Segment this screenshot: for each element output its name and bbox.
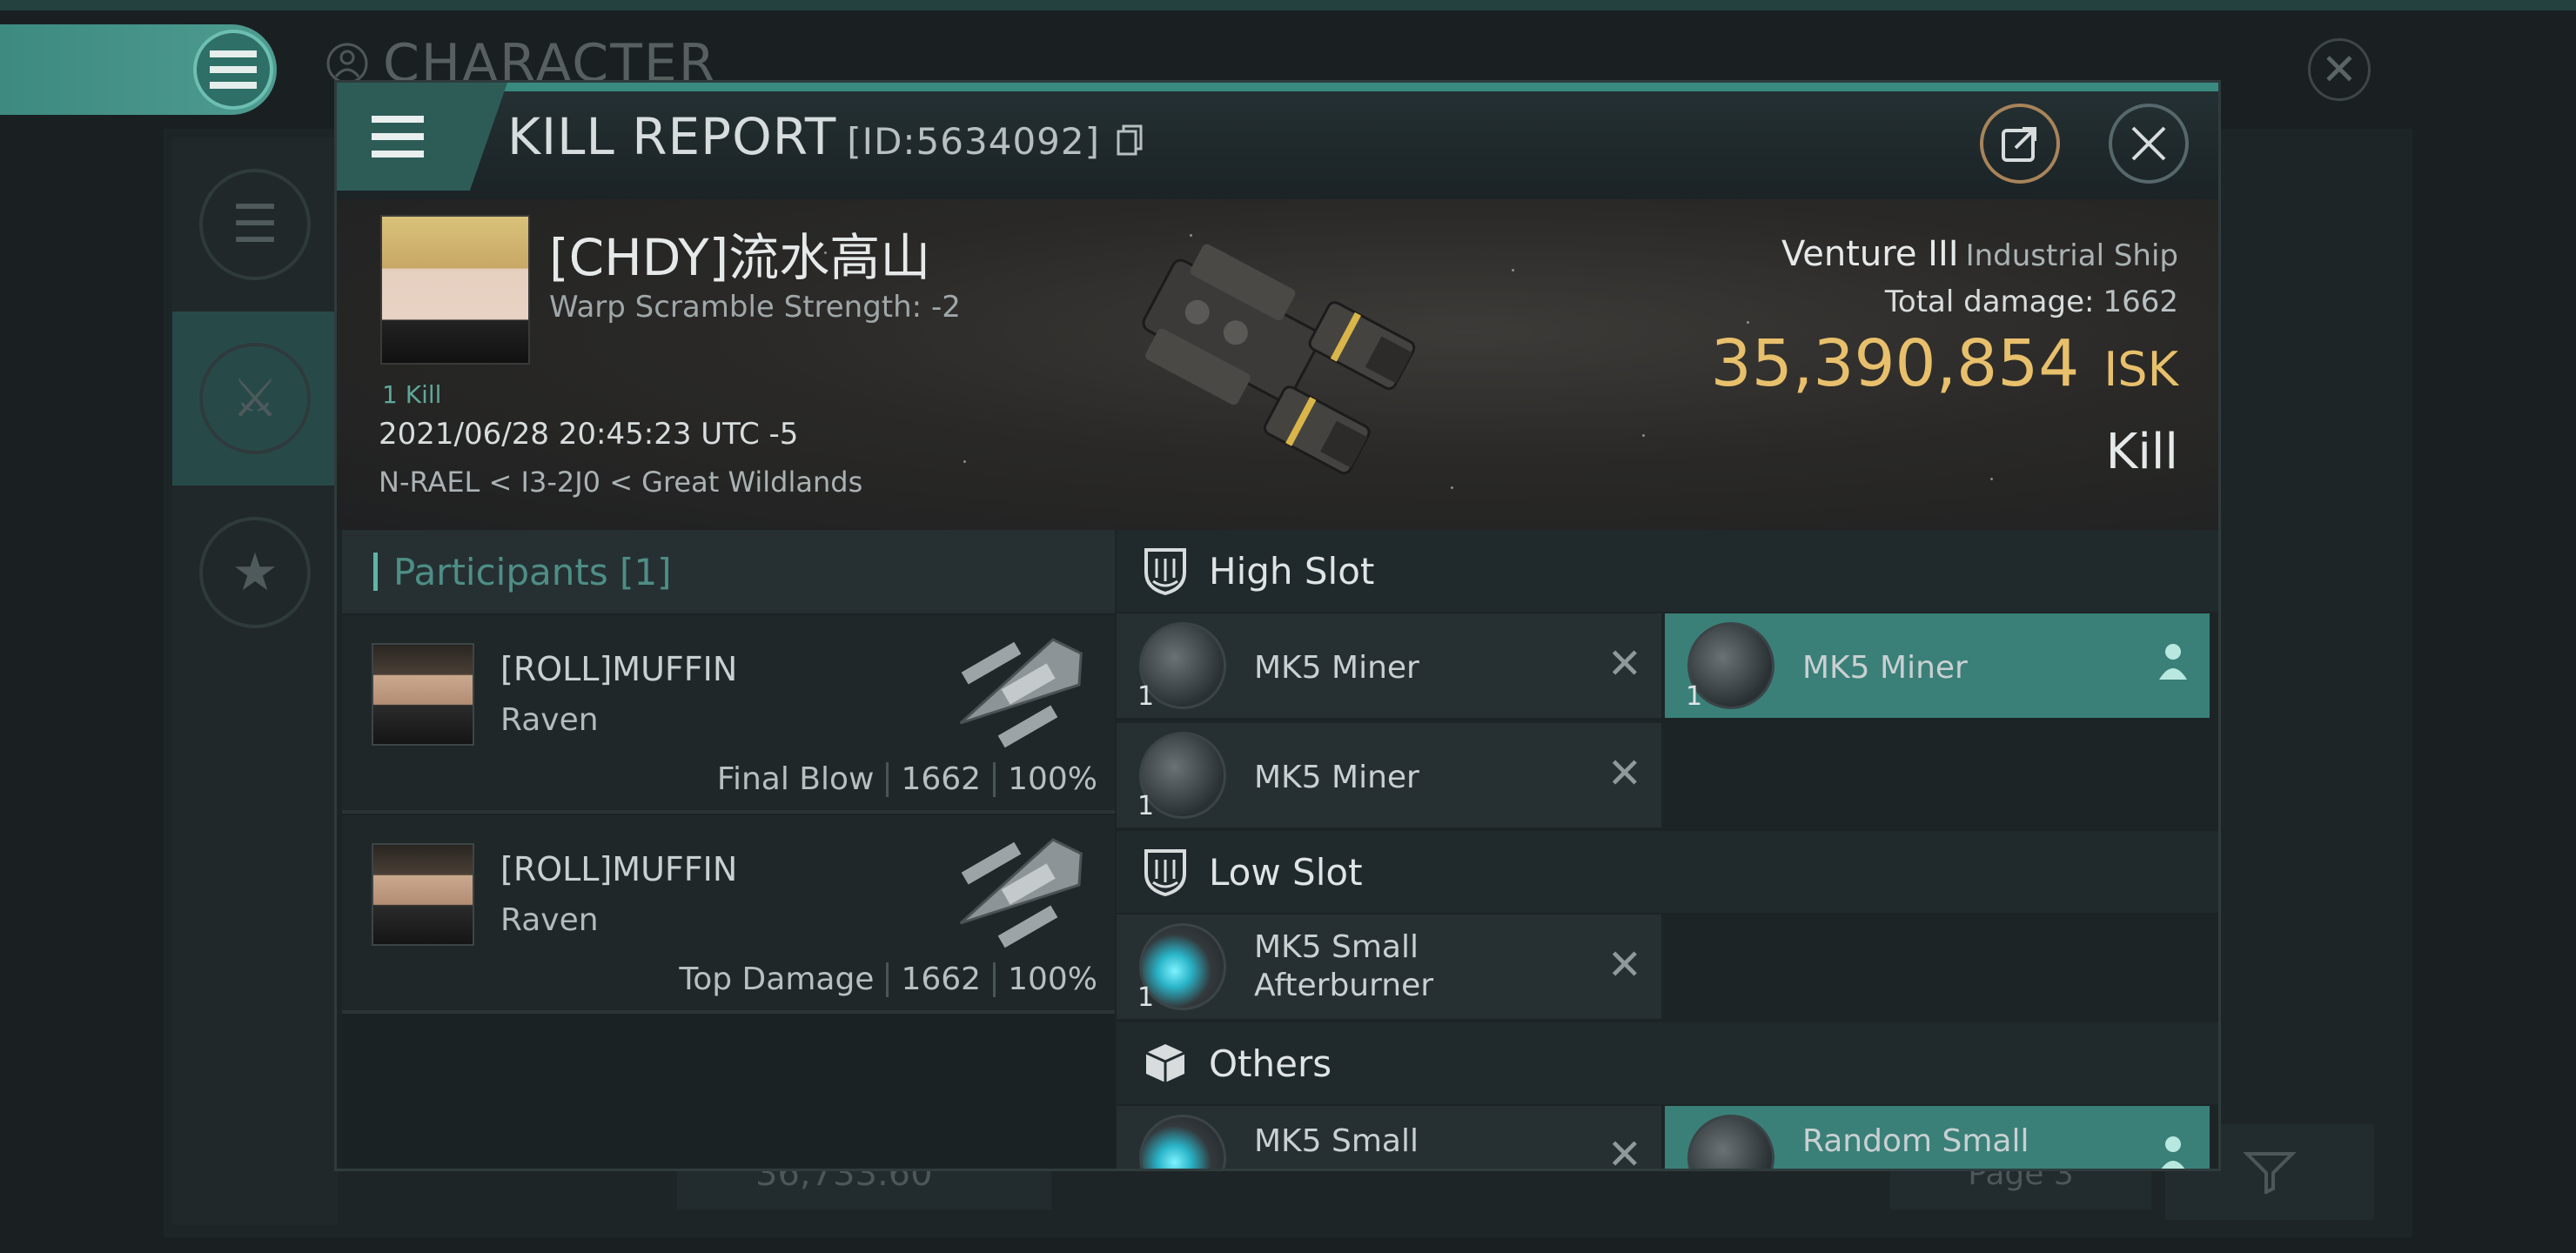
low-slot-icon bbox=[1144, 849, 1186, 896]
participant-portrait[interactable] bbox=[372, 843, 474, 946]
main-menu-button[interactable] bbox=[193, 30, 273, 110]
destroyed-icon: ✕ bbox=[1607, 749, 1642, 798]
background-sidebar: ☰ ⚔ ★ bbox=[172, 137, 338, 1225]
module-quantity: 1 bbox=[1137, 982, 1155, 1013]
low-slot-label: Low Slot bbox=[1209, 850, 1363, 894]
share-button[interactable] bbox=[1980, 104, 2060, 184]
kill-location[interactable]: N-RAEL < I3-2J0 < Great Wildlands bbox=[379, 466, 862, 499]
participant-ship: Raven bbox=[500, 902, 599, 938]
destroyed-icon: ✕ bbox=[1607, 941, 1642, 989]
filter-icon bbox=[2244, 1152, 2296, 1194]
afterburner-module-icon bbox=[1139, 1115, 1226, 1169]
isk-value: 35,390,854 ISK bbox=[1711, 326, 2178, 401]
participants-panel: Participants [1] [ROLL]MUFFIN Raven Fina… bbox=[342, 530, 1115, 1169]
star-badge-icon: ★ bbox=[231, 542, 278, 603]
victim-name[interactable]: [CHDY]流水高山 bbox=[549, 217, 930, 290]
participant-row[interactable]: [ROLL]MUFFIN Raven Top Damage 1662 100% bbox=[342, 815, 1115, 1014]
module-name: MK5 Miner bbox=[1254, 650, 1419, 686]
participant-damage: 1662 bbox=[901, 962, 982, 997]
close-icon: ✕ bbox=[2321, 44, 2358, 95]
participant-role: Final Blow bbox=[716, 761, 875, 797]
module-item[interactable]: Random Small bbox=[1665, 1106, 2210, 1169]
module-name: MK5 Miner bbox=[1254, 760, 1419, 795]
copy-icon[interactable] bbox=[1117, 124, 1143, 156]
participants-header-label: Participants [1] bbox=[393, 550, 672, 593]
participant-stats: Top Damage 1662 100% bbox=[679, 962, 1097, 997]
kill-report-window: KILL REPORT [ID:5634092] [CHDY]流水高山 Warp … bbox=[334, 80, 2221, 1171]
total-damage-value: 1662 bbox=[2103, 285, 2178, 319]
high-slot-label: High Slot bbox=[1209, 549, 1375, 593]
module-name: MK5 Miner bbox=[1802, 650, 1968, 686]
fitting-panel: High Slot 1 MK5 Miner ✕ 1 MK5 Miner 1 MK… bbox=[1117, 530, 2218, 1171]
low-slot-header: Low Slot bbox=[1117, 831, 2218, 913]
module-name: MK5 Small Afterburner bbox=[1254, 929, 1434, 1003]
participant-name: [ROLL]MUFFIN bbox=[500, 850, 738, 888]
list-icon: ☰ bbox=[231, 194, 278, 255]
header-accent-bar bbox=[373, 553, 378, 591]
participant-percent: 100% bbox=[1008, 761, 1097, 797]
participant-damage: 1662 bbox=[901, 761, 982, 797]
module-quantity: 1 bbox=[1686, 681, 1703, 712]
participant-row[interactable]: [ROLL]MUFFIN Raven Final Blow 1662 100% bbox=[342, 615, 1115, 814]
module-item[interactable]: MK5 Small ✕ bbox=[1117, 1106, 1661, 1171]
others-label: Others bbox=[1209, 1042, 1332, 1085]
hamburger-icon bbox=[210, 50, 257, 89]
module-name: Random Small bbox=[1802, 1123, 2029, 1159]
module-quantity: 1 bbox=[1137, 681, 1155, 712]
participant-stats: Final Blow 1662 100% bbox=[717, 761, 1097, 797]
participant-role: Top Damage bbox=[679, 962, 875, 997]
sidebar-tab-list[interactable]: ☰ bbox=[172, 137, 338, 312]
module-item[interactable]: 1 MK5 Small Afterburner ✕ bbox=[1117, 915, 1661, 1019]
module-item[interactable]: 1 MK5 Miner bbox=[1665, 613, 2210, 718]
victim-portrait[interactable] bbox=[380, 215, 530, 365]
participant-ship: Raven bbox=[500, 702, 599, 738]
module-item[interactable]: 1 MK5 Miner ✕ bbox=[1117, 613, 1661, 718]
ship-name[interactable]: Venture III bbox=[1781, 234, 1959, 274]
warp-scramble-strength: Warp Scramble Strength: -2 bbox=[549, 290, 961, 325]
kill-count: 1 Kill bbox=[382, 380, 442, 409]
participants-header[interactable]: Participants [1] bbox=[342, 530, 1115, 613]
background-close-button[interactable]: ✕ bbox=[2308, 38, 2371, 101]
participant-ship-image bbox=[959, 838, 1083, 948]
victim-ship-image bbox=[1142, 244, 1416, 475]
sidebar-tab-combat[interactable]: ⚔ bbox=[172, 312, 338, 486]
isk-unit: ISK bbox=[2103, 342, 2178, 397]
report-id: [ID:5634092] bbox=[847, 120, 1100, 163]
ship-class: Industrial Ship bbox=[1965, 238, 2178, 273]
close-icon bbox=[2131, 126, 2166, 161]
kill-result: Kill bbox=[2105, 424, 2178, 480]
module-item[interactable]: 1 MK5 Miner ✕ bbox=[1117, 723, 1661, 828]
sidebar-tab-medals[interactable]: ★ bbox=[172, 486, 338, 660]
participant-name: [ROLL]MUFFIN bbox=[500, 650, 738, 688]
high-slot-header: High Slot bbox=[1117, 530, 2218, 612]
victim-ship: Venture III Industrial Ship bbox=[1781, 234, 2178, 274]
destroyed-icon: ✕ bbox=[1607, 640, 1642, 688]
participant-percent: 100% bbox=[1008, 962, 1097, 997]
window-title-text: KILL REPORT bbox=[507, 107, 837, 166]
close-button[interactable] bbox=[2109, 104, 2189, 184]
isk-amount: 35,390,854 bbox=[1710, 326, 2080, 401]
crossed-swords-icon: ⚔ bbox=[231, 368, 278, 429]
total-damage-label: Total damage: bbox=[1884, 285, 2095, 319]
module-quantity: 1 bbox=[1137, 791, 1155, 821]
others-header: Others bbox=[1117, 1022, 2218, 1104]
victim-summary: [CHDY]流水高山 Warp Scramble Strength: -2 1 … bbox=[337, 199, 2218, 530]
module-name: MK5 Small bbox=[1254, 1123, 1419, 1159]
hamburger-icon bbox=[372, 116, 424, 157]
share-icon bbox=[2002, 127, 2036, 162]
dropped-person-icon bbox=[2161, 1136, 2185, 1169]
destroyed-icon: ✕ bbox=[1607, 1130, 1642, 1171]
high-slot-icon bbox=[1144, 548, 1186, 595]
dropped-person-icon bbox=[2159, 644, 2187, 680]
participant-portrait[interactable] bbox=[372, 643, 474, 746]
top-accent-line bbox=[0, 0, 2576, 10]
random-module-icon bbox=[1687, 1115, 1774, 1169]
cargo-box-icon bbox=[1145, 1044, 1185, 1082]
kill-datetime: 2021/06/28 20:45:23 UTC -5 bbox=[379, 417, 799, 452]
total-damage: Total damage: 1662 bbox=[1885, 285, 2178, 319]
participant-ship-image bbox=[959, 638, 1083, 748]
window-title: KILL REPORT [ID:5634092] bbox=[507, 107, 1143, 166]
